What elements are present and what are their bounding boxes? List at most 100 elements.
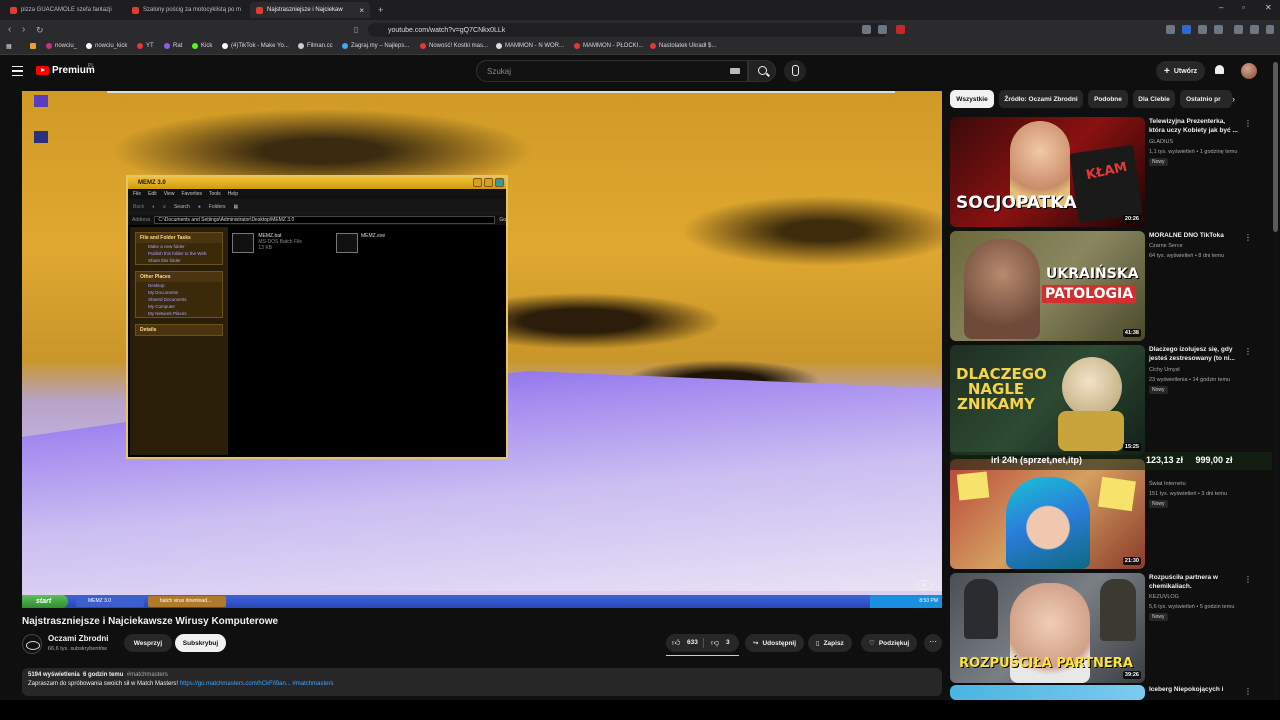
browser-toolbar: ‹ › ↻ ▯ youtube.com/watch?v=gQ7CNkx0LLk [0,20,1280,40]
close-icon[interactable]: × [359,6,364,15]
bookmark-star-icon[interactable]: ▯ [354,24,358,36]
bookmark-item[interactable]: nowciu_ [46,43,77,49]
browser-tab[interactable]: Szalony pościg za motocyklistą po m [126,2,248,18]
like-underline [666,655,739,656]
hamburger-menu-icon[interactable] [12,66,23,76]
recommended-video[interactable]: Iceberg Niepokojących i ⋮ [950,685,1270,700]
new-tab-button[interactable]: + [372,2,388,18]
search-button[interactable] [748,60,776,82]
thumbs-up-icon[interactable]: 👍︎ [672,638,680,648]
video-thumbnail[interactable]: ROZPUŚCIŁA PARTNERA 39:26 [950,573,1145,683]
video-thumbnail[interactable]: UKRAIŃSKA PATOLOGIA 41:38 [950,231,1145,341]
bookmark-item[interactable]: Filman.cc [298,43,333,49]
video-title[interactable]: Iceberg Niepokojących i [1149,685,1241,694]
xp-places-panel: Other Places Desktop My Documents Shared… [135,271,223,318]
subscribe-button[interactable]: Subskrybuj [175,634,226,652]
maximize-icon[interactable]: ▫ [1242,3,1245,12]
account-avatar[interactable] [1241,63,1257,79]
search-input[interactable]: Szukaj [476,60,748,82]
chevron-right-icon[interactable]: › [1232,94,1235,104]
share-icon[interactable] [878,25,887,34]
url-bar[interactable]: youtube.com/watch?v=gQ7CNkx0LLk [368,23,888,37]
shield-icon[interactable] [1250,25,1259,34]
more-vert-icon[interactable]: ⋮ [1244,119,1252,128]
video-title[interactable]: Rozpuściła partnera w chemikaliach. [1149,573,1241,591]
keyboard-icon[interactable] [730,68,740,74]
channel-name[interactable]: KEZUVLOG [1149,594,1179,600]
channel-name[interactable]: Czarne Serce [1149,243,1183,249]
hashtag-link[interactable]: #matchmasters [292,681,333,687]
channel-name[interactable]: Cichy Umysł [1149,367,1180,373]
create-button[interactable]: + Utwórz [1156,61,1206,81]
chip-similar[interactable]: Podobne [1088,90,1128,108]
bookmark-item[interactable]: Kick [192,43,212,49]
recommended-video[interactable]: UKRAIŃSKA PATOLOGIA 41:38 MORALNE DNO Ti… [950,231,1270,343]
back-icon[interactable]: ‹ [8,24,11,36]
video-title[interactable]: Dlaczego izolujesz się, gdy jesteś zestr… [1149,345,1241,363]
channel-name[interactable]: GLADIUS [1149,139,1173,145]
save-button[interactable]: ▯ Zapisz [808,634,852,652]
like-count[interactable]: 633 [687,639,698,646]
more-vert-icon[interactable]: ⋮ [1244,233,1252,242]
bookmark-item[interactable]: MAMMON - PŁOCKI... [574,43,643,49]
browser-tab[interactable]: pizza GUACAMOLE szefa fantazji [4,2,124,18]
browser-tab-active[interactable]: Najstraszniejsze i Najciekaw × [250,2,370,18]
bookmark-item[interactable]: YT [137,43,154,49]
chip-for-you[interactable]: Dla Ciebie [1133,90,1175,108]
more-actions-button[interactable]: ⋯ [924,634,942,652]
video-title[interactable]: Telewizyjna Prezenterka, która uczy Kobi… [1149,117,1241,135]
minimize-icon[interactable]: – [1219,3,1223,12]
bookmark-item[interactable]: Nastolatek Ukradł $... [650,43,716,49]
chip-source[interactable]: Źródło: Oczami Zbrodni [999,90,1083,108]
extensions-puzzle-icon[interactable] [1198,25,1207,34]
more-vert-icon[interactable]: ⋮ [1244,575,1252,584]
video-title[interactable]: MORALNE DNO TikToka [1149,231,1241,240]
thanks-button[interactable]: ♡ Podziękuj [861,634,918,652]
video-thumbnail[interactable]: 21:30 [950,459,1145,569]
video-player[interactable]: MEMZ 3.0 File Edit View Favorites Tools Help … [22,91,942,608]
extension-icon[interactable] [1166,25,1175,34]
bookmark-item[interactable]: Nowość! Kostki mas... [420,43,488,49]
window-close-icon[interactable]: ✕ [1265,3,1272,12]
video-progress-bar[interactable] [107,91,895,93]
apps-grid-icon[interactable]: ▦ [6,43,12,50]
channel-avatar[interactable] [22,634,42,654]
bookmark-item[interactable]: MAMMON - N WOR... [496,43,564,49]
forward-icon[interactable]: › [22,24,25,36]
bookmark-item[interactable]: Zagraj.my – Najleps... [342,43,409,49]
recommended-video[interactable]: 21:30 Świat Internetu 151 tys. wyświetle… [950,459,1270,571]
sidebar-icon[interactable] [1214,25,1223,34]
extension-icon[interactable] [1182,25,1191,34]
notifications-bell-icon[interactable] [1214,65,1225,76]
recommended-video[interactable]: DLACZEGO NAGLE ZNIKAMY 15:25 Dlaczego iz… [950,345,1270,457]
support-button[interactable]: Wesprzyj [124,634,172,652]
extension-icon[interactable] [896,25,905,34]
channel-name[interactable]: Świat Internetu [1149,481,1186,487]
menu-icon[interactable] [1266,25,1274,34]
dislike-count[interactable]: 3 [726,639,730,646]
cast-icon[interactable] [862,25,871,34]
bookmark-folder-icon[interactable] [30,43,36,49]
recommended-video[interactable]: KŁAM SOCJOPATKA 20:26 Telewizyjna Prezen… [950,117,1270,229]
reload-icon[interactable]: ↻ [36,24,44,36]
bookmark-item[interactable]: (4)TikTok - Make Yo... [222,43,289,49]
thumbs-down-icon[interactable]: 👎︎ [711,638,719,648]
channel-name[interactable]: Oczami Zbrodni [48,634,108,643]
recommended-video[interactable]: ROZPUŚCIŁA PARTNERA 39:26 Rozpuściła par… [950,573,1270,685]
page-scrollbar-thumb[interactable] [1273,62,1278,232]
chip-all[interactable]: Wszystkie [950,90,994,108]
description-link[interactable]: https://go.matchmasters.com/hCkF/l9an... [180,681,291,687]
video-thumbnail[interactable] [950,685,1145,700]
description-box[interactable]: 5194 wyświetlenia 6 godzin temu #matchma… [22,668,942,696]
share-button[interactable]: ↪ Udostępnij [745,634,805,652]
bookmark-item[interactable]: nowciu_kick [86,43,127,49]
video-thumbnail[interactable]: DLACZEGO NAGLE ZNIKAMY 15:25 [950,345,1145,455]
more-vert-icon[interactable]: ⋮ [1244,347,1252,356]
voice-search-mic-icon[interactable] [784,60,806,82]
youtube-logo[interactable]: Premium [36,65,95,76]
video-thumbnail[interactable]: KŁAM SOCJOPATKA 20:26 [950,117,1145,227]
bookmark-item[interactable]: Rat [164,43,182,49]
chip-recent[interactable]: Ostatnio pr [1180,90,1232,108]
media-icon[interactable] [1234,25,1243,34]
more-vert-icon[interactable]: ⋮ [1244,687,1252,696]
